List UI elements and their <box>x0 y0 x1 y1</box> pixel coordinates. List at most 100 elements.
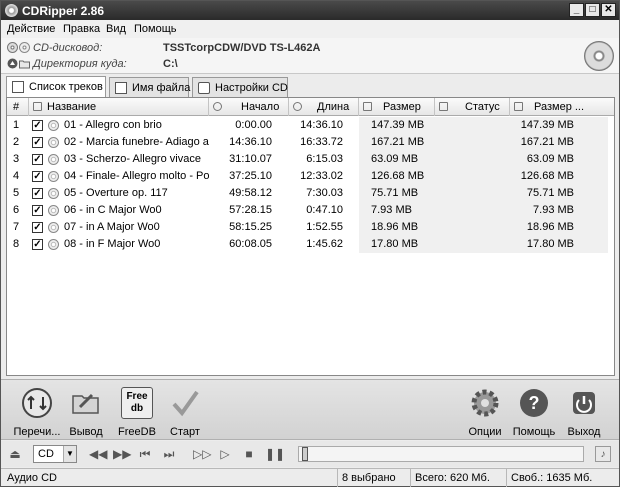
table-row[interactable]: 4 ✓ 04 - Finale- Allegro molto - Poco ... 3… <box>7 168 614 185</box>
tab-file-name[interactable]: Имя файла <box>109 77 190 97</box>
drive-value[interactable]: TSSTcorpCDW/DVD TS-L462A <box>163 42 320 54</box>
track-checkbox[interactable]: ✓ <box>32 188 43 199</box>
track-size-2: 75.71 MB <box>526 187 574 199</box>
drive-row: CD-дисковод: TSSTcorpCDW/DVD TS-L462A <box>7 41 427 57</box>
track-checkbox[interactable]: ✓ <box>32 120 43 131</box>
gear-icon <box>471 389 499 417</box>
main-toolbar: Перечи... Вывод Free db FreeDB Старт Опц… <box>1 379 619 440</box>
start-button[interactable]: Старт <box>159 384 211 438</box>
refresh-icon <box>22 388 52 418</box>
track-list-header: # Название Начало Длина Размер Статус Ра… <box>7 98 614 116</box>
help-button[interactable]: ? Помощь <box>508 384 560 438</box>
menu-view[interactable]: Вид <box>106 23 126 35</box>
cd-track-icon <box>48 205 59 216</box>
freedb-icon: Free db <box>121 387 153 419</box>
options-label: Опции <box>468 426 502 438</box>
column-length[interactable]: Длина <box>289 98 359 116</box>
drive-label: CD-дисковод: <box>33 42 103 54</box>
enumerate-button[interactable]: Перечи... <box>11 384 63 438</box>
player-bar: ⏏ CD ▼ ◀◀ ▶▶ ⏮ ⏭ ▷▷ ▷ ■ ❚❚ ♪ <box>1 441 619 467</box>
directory-value[interactable]: C:\ <box>163 58 178 70</box>
selected-count: 8 выбрано <box>337 469 409 487</box>
cd-track-icon <box>48 239 59 250</box>
column-title[interactable]: Название <box>29 98 209 116</box>
clock-icon <box>293 102 302 111</box>
tab-track-list[interactable]: Список треков <box>6 76 106 98</box>
column-start[interactable]: Начало <box>209 98 289 116</box>
source-combo[interactable]: CD ▼ <box>33 445 77 463</box>
track-title: 07 - in A Major Wo0 <box>64 221 160 233</box>
position-slider[interactable] <box>298 446 584 462</box>
tab-label: Список треков <box>29 81 103 93</box>
track-checkbox[interactable]: ✓ <box>32 154 43 165</box>
track-title: 05 - Overture op. 117 <box>64 187 168 199</box>
track-checkbox[interactable]: ✓ <box>32 205 43 216</box>
start-label: Старт <box>170 426 200 438</box>
track-size-2: 17.80 MB <box>526 238 574 250</box>
track-size: 63.09 MB <box>371 153 419 165</box>
fast-forward-icon[interactable]: ▶▶ <box>113 446 131 462</box>
output-button[interactable]: Вывод <box>60 384 112 438</box>
stop-icon[interactable]: ■ <box>241 446 257 462</box>
pause-icon[interactable]: ❚❚ <box>265 446 285 462</box>
size-icon <box>363 102 372 111</box>
track-number: 6 <box>13 204 20 216</box>
table-row[interactable]: 6 ✓ 06 - in C Major Wo0 57:28.15 0:47.10 7.93… <box>7 202 614 219</box>
play-selection-icon[interactable]: ▷▷ <box>193 446 211 462</box>
column-label: Длина <box>317 101 350 113</box>
track-checkbox[interactable]: ✓ <box>32 137 43 148</box>
table-row[interactable]: 5 ✓ 05 - Overture op. 117 49:58.12 7:30.03 75… <box>7 185 614 202</box>
track-title: 02 - Marcia funebre- Adiago assai <box>64 136 209 148</box>
close-button[interactable]: ✕ <box>601 3 616 17</box>
options-button[interactable]: Опции <box>459 384 511 438</box>
slider-thumb[interactable] <box>302 447 308 461</box>
cd-track-icon <box>48 222 59 233</box>
track-start: 31:10.07 <box>229 153 272 165</box>
play-icon[interactable]: ▷ <box>217 446 233 462</box>
menu-edit[interactable]: Правка <box>63 23 100 35</box>
rewind-icon[interactable]: ◀◀ <box>89 446 107 462</box>
table-row[interactable]: 3 ✓ 03 - Scherzo- Allegro vivace 31:10.07 6:… <box>7 151 614 168</box>
track-size: 18.96 MB <box>371 221 419 233</box>
column-size-2[interactable]: Размер ... <box>510 98 614 116</box>
track-list[interactable]: # Название Начало Длина Размер Статус Ра… <box>6 97 615 376</box>
track-number: 8 <box>13 238 20 250</box>
table-row[interactable]: 2 ✓ 02 - Marcia funebre- Adiago assai 14:36… <box>7 134 614 151</box>
track-start: 37:25.10 <box>229 170 272 182</box>
freedb-button[interactable]: Free db FreeDB <box>111 384 163 438</box>
eject-icon[interactable]: ⏏ <box>7 446 23 462</box>
menu-bar: Действие Правка Вид Помощь <box>1 20 619 38</box>
previous-track-icon[interactable]: ⏮ <box>137 446 153 462</box>
track-size: 126.68 MB <box>371 170 425 182</box>
exit-button[interactable]: Выход <box>558 384 610 438</box>
next-track-icon[interactable]: ⏭ <box>161 446 177 462</box>
column-label: Статус <box>465 101 500 113</box>
maximize-button[interactable]: □ <box>585 3 600 17</box>
track-checkbox[interactable]: ✓ <box>32 222 43 233</box>
table-row[interactable]: 1 ✓ 01 - Allegro con brio 0:00.00 14:36.10 14… <box>7 117 614 134</box>
help-label: Помощь <box>512 426 556 438</box>
track-length: 16:33.72 <box>300 136 343 148</box>
track-checkbox[interactable]: ✓ <box>32 171 43 182</box>
track-length: 7:30.03 <box>306 187 343 199</box>
table-row[interactable]: 8 ✓ 08 - in F Major Wo0 60:08.05 1:45.62 17.8… <box>7 236 614 253</box>
column-label: Название <box>47 101 97 113</box>
track-checkbox[interactable]: ✓ <box>32 239 43 250</box>
track-number: 4 <box>13 170 20 182</box>
track-size-2: 18.96 MB <box>526 221 574 233</box>
size-icon <box>514 102 523 111</box>
menu-help[interactable]: Помощь <box>134 23 177 35</box>
column-status[interactable]: Статус <box>435 98 510 116</box>
volume-icon[interactable]: ♪ <box>595 446 611 462</box>
track-size-2: 126.68 MB <box>520 170 574 182</box>
menu-action[interactable]: Действие <box>7 23 55 35</box>
table-row[interactable]: 7 ✓ 07 - in A Major Wo0 58:15.25 1:52.55 18.9… <box>7 219 614 236</box>
cd-track-icon <box>48 120 59 131</box>
minimize-button[interactable]: _ <box>569 3 584 17</box>
column-number[interactable]: # <box>7 98 29 116</box>
tab-cd-settings[interactable]: Настройки CD <box>192 77 288 97</box>
cd-icon <box>19 42 30 53</box>
cd-track-icon <box>48 154 59 165</box>
column-size[interactable]: Размер <box>359 98 435 116</box>
track-number: 7 <box>13 221 20 233</box>
